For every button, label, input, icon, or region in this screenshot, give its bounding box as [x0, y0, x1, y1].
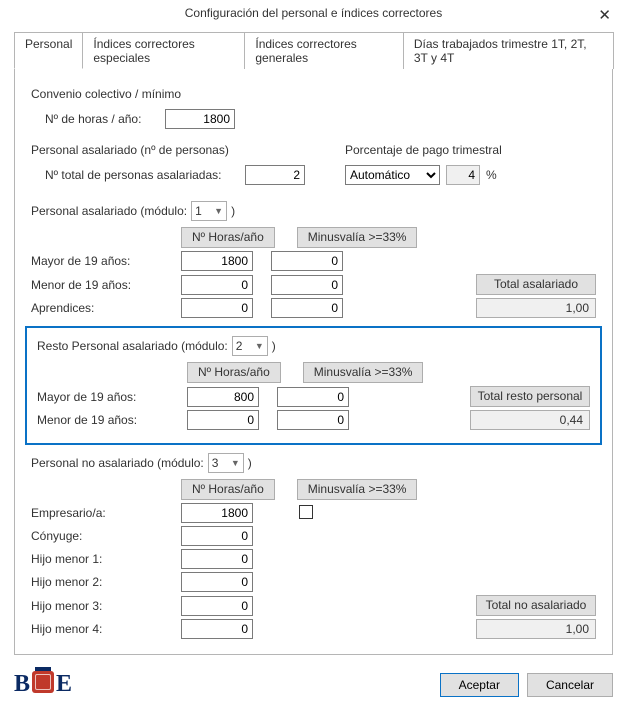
- input-mod3-hijo2-horas[interactable]: [181, 572, 253, 592]
- tab-indices-especiales[interactable]: Índices correctores especiales: [82, 32, 245, 69]
- label-mod3-hijo1: Hijo menor 1:: [31, 552, 181, 566]
- input-mod1-menor19-minus[interactable]: [271, 275, 343, 295]
- input-pago-pct: [446, 165, 480, 185]
- combo-mod3[interactable]: 3 ▼: [208, 453, 244, 473]
- input-mod3-hijo4-horas[interactable]: [181, 619, 253, 639]
- value-total-no-asalariado: 1,00: [476, 619, 596, 639]
- header-horas-mod1: Nº Horas/año: [181, 227, 275, 248]
- value-total-resto: 0,44: [470, 410, 590, 430]
- header-total-resto: Total resto personal: [470, 386, 590, 407]
- input-mod2-menor19-minus[interactable]: [277, 410, 349, 430]
- label-mod1-mayor19: Mayor de 19 años:: [31, 254, 181, 268]
- input-mod1-aprendices-horas[interactable]: [181, 298, 253, 318]
- header-total-no-asalariado: Total no asalariado: [476, 595, 596, 616]
- tab-indices-generales[interactable]: Índices correctores generales: [244, 32, 404, 69]
- section-pago-trimestral: Porcentaje de pago trimestral: [345, 143, 502, 157]
- dialog-window: Configuración del personal e índices cor…: [0, 0, 627, 706]
- label-mod3-conyuge: Cónyuge:: [31, 529, 181, 543]
- highlight-resto-personal: Resto Personal asalariado (módulo: 2 ▼ )…: [25, 326, 602, 445]
- header-total-asalariado: Total asalariado: [476, 274, 596, 295]
- label-pct-sign: %: [486, 168, 497, 182]
- section-mod2: Resto Personal asalariado (módulo: 2 ▼ ): [37, 336, 590, 356]
- header-minus-mod1: Minusvalía >=33%: [297, 227, 418, 248]
- input-mod2-menor19-horas[interactable]: [187, 410, 259, 430]
- section-asalariado-personas: Personal asalariado (nº de personas): [31, 143, 305, 157]
- label-mod2-menor19: Menor de 19 años:: [37, 413, 187, 427]
- accept-button[interactable]: Aceptar: [440, 673, 519, 697]
- label-mod1-menor19: Menor de 19 años:: [31, 278, 181, 292]
- chevron-down-icon: ▼: [231, 458, 240, 468]
- label-mod2-mayor19: Mayor de 19 años:: [37, 390, 187, 404]
- section-mod1: Personal asalariado (módulo: 1 ▼ ): [31, 201, 596, 221]
- tab-panel-personal: Convenio colectivo / mínimo Nº de horas …: [14, 68, 613, 655]
- window-title: Configuración del personal e índices cor…: [185, 6, 442, 20]
- input-mod2-mayor19-horas[interactable]: [187, 387, 259, 407]
- cancel-button[interactable]: Cancelar: [527, 673, 613, 697]
- tab-personal[interactable]: Personal: [14, 32, 83, 69]
- crest-icon: [32, 671, 54, 693]
- label-mod3-hijo4: Hijo menor 4:: [31, 622, 181, 636]
- label-mod3-empresario: Empresario/a:: [31, 506, 181, 520]
- combo-mod1[interactable]: 1 ▼: [191, 201, 227, 221]
- input-mod3-hijo3-horas[interactable]: [181, 596, 253, 616]
- boe-logo: B E: [14, 671, 72, 698]
- label-total-personas: Nº total de personas asalariadas:: [45, 168, 245, 182]
- input-mod1-mayor19-horas[interactable]: [181, 251, 253, 271]
- input-mod1-aprendices-minus[interactable]: [271, 298, 343, 318]
- titlebar: Configuración del personal e índices cor…: [0, 0, 627, 28]
- combo-mod2[interactable]: 2 ▼: [232, 336, 268, 356]
- tab-dias-trabajados[interactable]: Días trabajados trimestre 1T, 2T, 3T y 4…: [403, 32, 614, 69]
- input-mod3-conyuge-horas[interactable]: [181, 526, 253, 546]
- label-mod3-hijo2: Hijo menor 2:: [31, 575, 181, 589]
- chevron-down-icon: ▼: [255, 341, 264, 351]
- header-horas-mod3: Nº Horas/año: [181, 479, 275, 500]
- input-total-personas[interactable]: [245, 165, 305, 185]
- input-mod1-menor19-horas[interactable]: [181, 275, 253, 295]
- input-horas-anio[interactable]: [165, 109, 235, 129]
- input-mod2-mayor19-minus[interactable]: [277, 387, 349, 407]
- input-mod3-hijo1-horas[interactable]: [181, 549, 253, 569]
- close-icon[interactable]: ✕: [590, 4, 619, 26]
- label-mod3-hijo3: Hijo menor 3:: [31, 599, 181, 613]
- select-pago-trimestral[interactable]: Automático: [345, 165, 440, 185]
- label-mod1-aprendices: Aprendices:: [31, 301, 181, 315]
- header-horas-mod2: Nº Horas/año: [187, 362, 281, 383]
- chevron-down-icon: ▼: [214, 206, 223, 216]
- value-total-asalariado: 1,00: [476, 298, 596, 318]
- input-mod1-mayor19-minus[interactable]: [271, 251, 343, 271]
- label-horas-anio: Nº de horas / año:: [45, 112, 165, 126]
- header-minus-mod3: Minusvalía >=33%: [297, 479, 418, 500]
- input-mod3-empresario-horas[interactable]: [181, 503, 253, 523]
- checkbox-empresario-minus[interactable]: [299, 505, 313, 519]
- section-mod3: Personal no asalariado (módulo: 3 ▼ ): [31, 453, 596, 473]
- header-minus-mod2: Minusvalía >=33%: [303, 362, 424, 383]
- section-convenio: Convenio colectivo / mínimo: [31, 87, 596, 101]
- tab-strip: Personal Índices correctores especiales …: [14, 32, 613, 69]
- footer: B E Aceptar Cancelar: [0, 665, 627, 706]
